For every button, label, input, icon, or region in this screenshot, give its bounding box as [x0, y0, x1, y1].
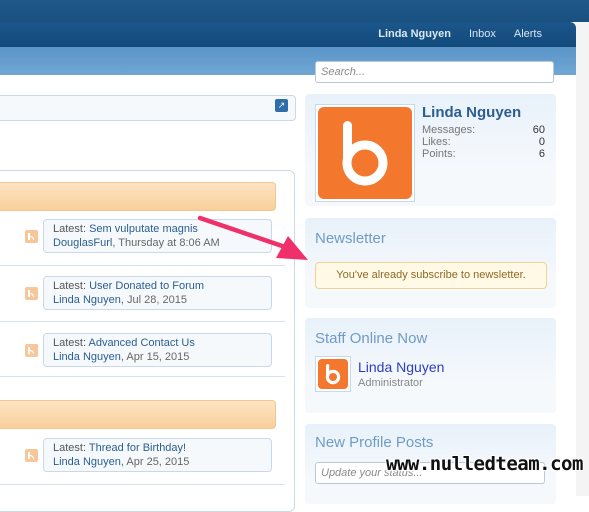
page-edge [576, 22, 589, 496]
rss-icon[interactable] [25, 230, 38, 243]
latest-user-link[interactable]: Linda Nguyen [53, 456, 121, 468]
rss-icon[interactable] [25, 287, 38, 300]
avatar[interactable] [315, 104, 415, 202]
latest-user-link[interactable]: DouglasFurl [53, 237, 112, 249]
visitor-name[interactable]: Linda Nguyen [422, 104, 521, 121]
latest-prefix: Latest: [53, 223, 87, 235]
latest-thread-link[interactable]: Sem vulputate magnis [89, 223, 198, 235]
nav-alerts-link[interactable]: Alerts [514, 28, 542, 40]
newsletter-title: Newsletter [315, 230, 386, 247]
latest-prefix: Latest: [53, 280, 87, 292]
latest-prefix: Latest: [53, 337, 87, 349]
search-input[interactable]: Search... [315, 61, 554, 83]
watermark-text: www.nulledteam.com [386, 453, 583, 475]
category-header[interactable] [0, 182, 276, 211]
row-divider [0, 484, 285, 485]
visitor-stats: Messages: 60 Likes: 0 Points: 6 [422, 124, 545, 160]
latest-post-box: Latest: User Donated to Forum Linda Nguy… [43, 276, 272, 310]
b-logo-icon [318, 107, 412, 199]
latest-post-box: Latest: Advanced Contact Us Linda Nguyen… [43, 333, 272, 367]
latest-thread-link[interactable]: Advanced Contact Us [88, 337, 194, 349]
stat-likes: Likes: 0 [422, 136, 545, 148]
row-divider [0, 376, 285, 377]
latest-time: , Apr 25, 2015 [120, 456, 190, 468]
rss-icon[interactable] [25, 449, 38, 462]
latest-user-link[interactable]: Linda Nguyen [53, 351, 121, 363]
top-header-bar [0, 0, 589, 22]
staff-online-panel: Staff Online Now Linda Nguyen Administra… [305, 318, 556, 413]
newsletter-panel: Newsletter You've already subscribe to n… [305, 218, 556, 308]
sidebar: Search... Linda Nguyen Messages: 60 Likes… [305, 56, 556, 504]
stat-messages: Messages: 60 [422, 124, 545, 136]
staff-name-link[interactable]: Linda Nguyen [358, 359, 444, 375]
rss-icon[interactable] [25, 344, 38, 357]
latest-time: , Apr 15, 2015 [120, 351, 190, 363]
visitor-panel: Linda Nguyen Messages: 60 Likes: 0 Points:… [305, 94, 556, 206]
nav-inbox-link[interactable]: Inbox [469, 28, 496, 40]
user-nav-links: Linda Nguyen Inbox Alerts [378, 28, 542, 40]
latest-prefix: Latest: [53, 442, 87, 454]
latest-post-box: Latest: Thread for Birthday! Linda Nguye… [43, 438, 272, 472]
newsletter-message: You've already subscribe to newsletter. [315, 262, 547, 289]
latest-thread-link[interactable]: User Donated to Forum [89, 280, 204, 292]
staff-role: Administrator [358, 377, 423, 389]
latest-time: , Jul 28, 2015 [120, 294, 187, 306]
latest-thread-link[interactable]: Thread for Birthday! [89, 442, 186, 454]
expand-icon[interactable]: ↗ [275, 99, 288, 112]
profile-posts-title: New Profile Posts [315, 434, 434, 451]
user-navbar: Linda Nguyen Inbox Alerts [0, 22, 576, 47]
row-divider [0, 321, 285, 322]
stat-points: Points: 6 [422, 148, 545, 160]
avatar[interactable] [315, 356, 351, 392]
b-logo-icon [318, 359, 348, 389]
annotation-arrow-icon [197, 215, 308, 260]
breadcrumb [0, 95, 296, 121]
category-header[interactable] [0, 400, 276, 429]
latest-user-link[interactable]: Linda Nguyen [53, 294, 121, 306]
staff-title: Staff Online Now [315, 330, 428, 347]
nav-user-link[interactable]: Linda Nguyen [378, 28, 451, 40]
